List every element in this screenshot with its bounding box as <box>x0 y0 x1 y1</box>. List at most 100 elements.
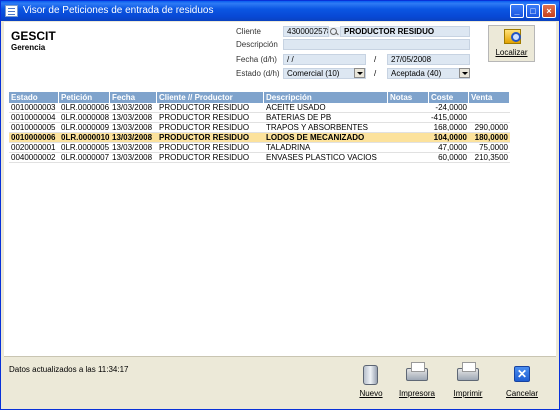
cell-notas <box>388 103 429 113</box>
col-descripcion[interactable]: Descripción <box>264 92 388 103</box>
cell-cliente: PRODUCTOR RESIDUO <box>159 123 250 132</box>
imprimir-label: Imprimir <box>453 389 483 398</box>
database-icon <box>363 365 378 385</box>
cell-venta: 75,0000 <box>479 143 508 152</box>
cell-fecha: 13/03/2008 <box>112 133 153 142</box>
fecha-hasta-field[interactable]: 27/05/2008 <box>387 54 470 65</box>
peticiones-table: Estado Petición Fecha Cliente // Product… <box>9 92 510 163</box>
descripcion-label: Descripción <box>236 40 278 49</box>
cell-notas <box>388 113 429 123</box>
estado-label: Estado (d/h) <box>236 69 280 78</box>
table-row[interactable]: 0010000005 0LR.0000009 13/03/2008 PRODUCTOR… <box>9 123 510 133</box>
cell-descripcion: ENVASES PLASTICO VACIOS <box>266 153 377 162</box>
cancelar-button[interactable]: ✕ Cancelar <box>500 359 544 401</box>
localizar-label: Localizar <box>495 48 528 57</box>
cell-estado: 0010000004 <box>11 113 56 122</box>
descripcion-field[interactable] <box>283 39 470 50</box>
cell-estado: 0010000005 <box>11 123 56 132</box>
table-body: 0010000003 0LR.0000006 13/03/2008 PRODUCTOR… <box>9 103 510 163</box>
window-title: Visor de Peticiones de entrada de residu… <box>23 5 214 16</box>
cell-estado: 0010000003 <box>11 103 56 112</box>
estado-desde-dropdown-icon[interactable] <box>354 68 365 78</box>
main-window: Visor de Peticiones de entrada de residu… <box>0 0 560 410</box>
fecha-label: Fecha (d/h) <box>236 55 277 64</box>
cliente-name-field: PRODUCTOR RESIDUO <box>340 26 470 37</box>
fecha-desde-field[interactable]: / / <box>283 54 366 65</box>
cell-cliente: PRODUCTOR RESIDUO <box>159 133 250 142</box>
table-row[interactable]: 0040000002 0LR.0000007 13/03/2008 PRODUCTOR… <box>9 153 510 163</box>
cell-peticion: 0LR.0000010 <box>61 133 110 142</box>
cell-cliente: PRODUCTOR RESIDUO <box>159 153 250 162</box>
table-row[interactable]: 0010000006 0LR.0000010 13/03/2008 PRODUCTOR… <box>9 133 510 143</box>
estado-hasta-dropdown-icon[interactable] <box>459 68 470 78</box>
table-row[interactable]: 0010000004 0LR.0000008 13/03/2008 PRODUCTOR… <box>9 113 510 123</box>
close-x-icon: ✕ <box>514 366 530 382</box>
window-icon <box>5 5 18 17</box>
estado-hasta-select[interactable]: Aceptada (40) <box>387 68 470 79</box>
col-fecha[interactable]: Fecha <box>110 92 157 103</box>
cell-peticion: 0LR.0000007 <box>61 153 110 162</box>
cell-descripcion: BATERIAS DE PB <box>266 113 332 122</box>
close-button[interactable]: × <box>542 4 556 18</box>
nuevo-button[interactable]: Nuevo <box>349 359 393 401</box>
localizar-icon <box>504 29 521 44</box>
cell-notas <box>388 123 429 133</box>
content-area: GESCIT Gerencia Cliente 4300002578 PRODU… <box>4 22 556 407</box>
cell-estado: 0010000006 <box>11 133 56 142</box>
minimize-button[interactable]: _ <box>510 4 524 18</box>
cell-venta <box>469 113 510 123</box>
cell-peticion: 0LR.0000008 <box>61 113 110 122</box>
cell-venta <box>469 103 510 113</box>
cell-coste: 47,0000 <box>438 143 467 152</box>
localizar-button[interactable]: Localizar <box>488 25 535 62</box>
table-row[interactable]: 0020000001 0LR.0000005 13/03/2008 PRODUCTOR… <box>9 143 510 153</box>
cell-cliente: PRODUCTOR RESIDUO <box>159 103 250 112</box>
fecha-separator: / <box>374 55 377 64</box>
printer-settings-icon <box>406 362 428 381</box>
status-text: Datos actualizados a las 11:34:17 <box>9 365 129 374</box>
cell-descripcion: TALADRINA <box>266 143 311 152</box>
cell-descripcion: LODOS DE MECANIZADO <box>266 133 365 142</box>
col-estado[interactable]: Estado <box>9 92 59 103</box>
cell-fecha: 13/03/2008 <box>112 153 153 162</box>
cell-venta: 180,0000 <box>474 133 508 142</box>
cell-peticion: 0LR.0000009 <box>61 123 110 132</box>
cancelar-label: Cancelar <box>505 389 538 398</box>
imprimir-button[interactable]: Imprimir <box>446 359 490 401</box>
title-bar[interactable]: Visor de Peticiones de entrada de residu… <box>1 1 559 21</box>
cell-coste: 168,0000 <box>433 123 467 132</box>
col-peticion[interactable]: Petición <box>59 92 110 103</box>
cell-cliente: PRODUCTOR RESIDUO <box>159 113 250 122</box>
cell-notas <box>388 143 429 153</box>
cell-peticion: 0LR.0000006 <box>61 103 110 112</box>
cliente-code-field[interactable]: 4300002578 <box>283 26 329 37</box>
printer-icon <box>457 362 479 381</box>
cell-venta: 210,3500 <box>474 153 508 162</box>
cell-venta: 290,0000 <box>474 123 508 132</box>
table-header: Estado Petición Fecha Cliente // Product… <box>9 92 510 103</box>
col-cliente[interactable]: Cliente // Productor <box>157 92 264 103</box>
col-venta[interactable]: Venta <box>469 92 510 103</box>
status-bar: Datos actualizados a las 11:34:17 Nuevo … <box>4 356 556 407</box>
cell-peticion: 0LR.0000005 <box>61 143 110 152</box>
table-row[interactable]: 0010000003 0LR.0000006 13/03/2008 PRODUCTOR… <box>9 103 510 113</box>
cell-coste: -415,0000 <box>430 113 467 122</box>
cell-notas <box>388 133 429 143</box>
cell-fecha: 13/03/2008 <box>112 143 153 152</box>
cell-estado: 0020000001 <box>11 143 56 152</box>
cell-descripcion: TRAPOS Y ABSORBENTES <box>266 123 368 132</box>
nuevo-label: Nuevo <box>359 389 383 398</box>
cell-fecha: 13/03/2008 <box>112 103 153 112</box>
maximize-button[interactable]: □ <box>526 4 540 18</box>
cell-descripcion: ACEITE USADO <box>266 103 326 112</box>
search-icon[interactable] <box>329 27 340 37</box>
impresora-label: Impresora <box>398 389 435 398</box>
app-subtitle: Gerencia <box>11 43 46 52</box>
col-coste[interactable]: Coste <box>429 92 469 103</box>
cell-fecha: 13/03/2008 <box>112 123 153 132</box>
app-name: GESCIT <box>11 29 56 43</box>
col-notas[interactable]: Notas <box>388 92 429 103</box>
estado-separator: / <box>374 69 377 78</box>
impresora-button[interactable]: Impresora <box>395 359 439 401</box>
cell-cliente: PRODUCTOR RESIDUO <box>159 143 250 152</box>
